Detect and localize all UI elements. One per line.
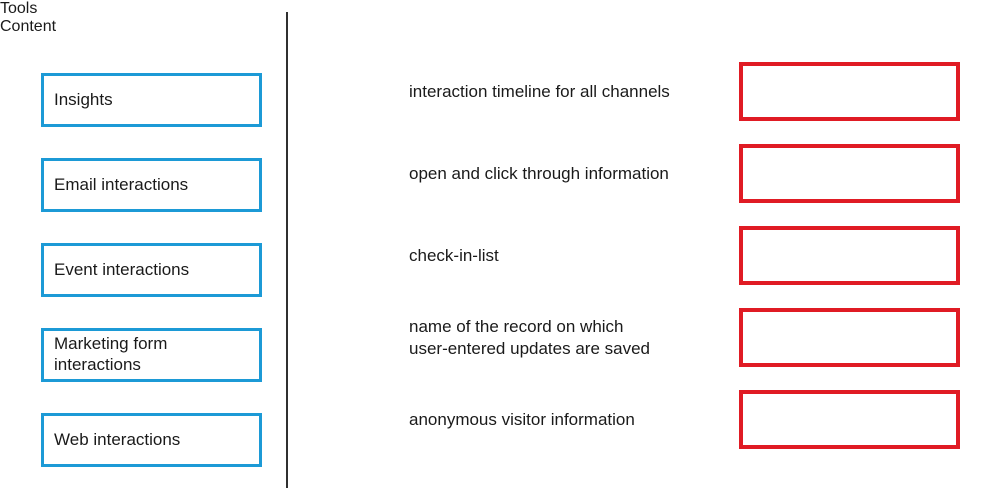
tool-item-email-interactions[interactable]: Email interactions	[41, 158, 262, 212]
answer-drop-zone[interactable]	[739, 390, 960, 449]
content-row: name of the record on which user-entered…	[409, 308, 970, 367]
tool-item-label: Event interactions	[54, 259, 190, 279]
tools-list: Insights Email interactions Event intera…	[41, 73, 262, 467]
content-row-label: anonymous visitor information	[409, 409, 635, 429]
answer-drop-zone[interactable]	[739, 226, 960, 285]
tools-column-heading: Tools	[0, 0, 38, 17]
answer-drop-zone[interactable]	[739, 144, 960, 203]
tool-item-label: Marketing form interactions	[54, 334, 168, 374]
tool-item-marketing-form-interactions[interactable]: Marketing form interactions	[41, 328, 262, 382]
content-row-label: check-in-list	[409, 245, 499, 265]
content-column-heading: Content	[0, 18, 57, 35]
content-row-label: open and click through information	[409, 163, 669, 183]
tool-item-insights[interactable]: Insights	[41, 73, 262, 127]
content-row-label: interaction timeline for all channels	[409, 81, 670, 101]
content-row: open and click through information	[409, 144, 970, 203]
content-row: interaction timeline for all channels	[409, 62, 970, 121]
content-row: anonymous visitor information	[409, 390, 970, 449]
content-list: interaction timeline for all channels op…	[409, 62, 970, 449]
column-divider	[286, 12, 288, 488]
answer-drop-zone[interactable]	[739, 62, 960, 121]
tool-item-label: Web interactions	[54, 429, 181, 449]
content-row: check-in-list	[409, 226, 970, 285]
tool-item-event-interactions[interactable]: Event interactions	[41, 243, 262, 297]
tool-item-label: Insights	[54, 89, 113, 109]
content-row-label: name of the record on which user-entered…	[409, 317, 650, 358]
answer-drop-zone[interactable]	[739, 308, 960, 367]
matching-exercise-canvas: Tools Content Insights Email interaction…	[0, 0, 1000, 502]
tool-item-label: Email interactions	[54, 174, 189, 194]
tool-item-web-interactions[interactable]: Web interactions	[41, 413, 262, 467]
